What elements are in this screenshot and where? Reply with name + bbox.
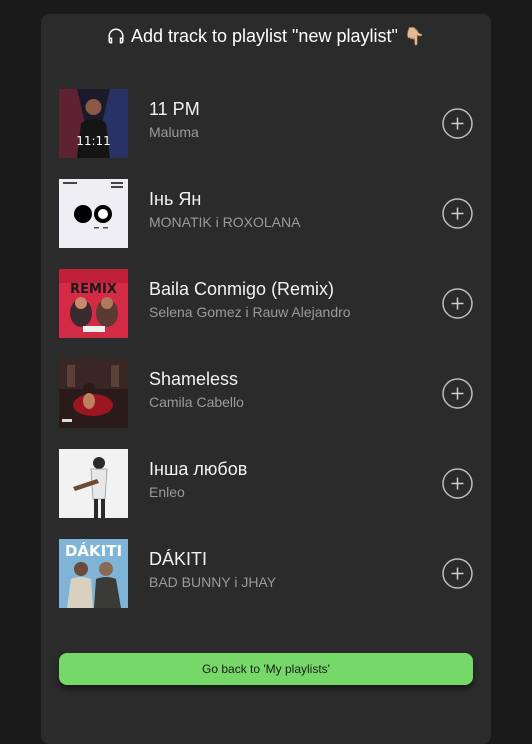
add-track-button[interactable] bbox=[442, 558, 473, 589]
track-artist: MONATIK і ROXOLANA bbox=[149, 214, 301, 230]
track-row: 11:11 11 PM Maluma bbox=[59, 89, 473, 158]
track-row: DÁKITI DÁKITI BAD BUNNY і JHAY bbox=[59, 539, 473, 608]
plus-circle-icon bbox=[442, 108, 473, 139]
track-title: Інша любов bbox=[149, 459, 248, 479]
track-row: Інша любов Enleo bbox=[59, 449, 473, 518]
album-cover: DÁKITI bbox=[59, 539, 128, 608]
back-to-my-playlists-button[interactable]: Go back to 'My playlists' bbox=[59, 653, 473, 685]
add-track-button[interactable] bbox=[442, 198, 473, 229]
track-title: DÁKITI bbox=[149, 549, 208, 569]
album-cover bbox=[59, 179, 128, 248]
album-cover bbox=[59, 449, 128, 518]
plus-circle-icon bbox=[442, 558, 473, 589]
track-artist: Maluma bbox=[149, 124, 199, 140]
album-cover: 11:11 bbox=[59, 89, 128, 158]
add-track-button[interactable] bbox=[442, 378, 473, 409]
panel-title: Add track to playlist "new playlist" bbox=[130, 25, 398, 46]
pointing-down-emoji: 👇🏼 bbox=[403, 26, 426, 46]
track-row: Shameless Camila Cabello bbox=[59, 359, 473, 428]
album-cover: REMIX bbox=[59, 269, 128, 338]
plus-circle-icon bbox=[442, 198, 473, 229]
svg-text:11:11: 11:11 bbox=[76, 134, 111, 148]
track-artist: Enleo bbox=[149, 484, 185, 500]
add-track-button[interactable] bbox=[442, 288, 473, 319]
panel-header: Add track to playlist "new playlist" 👇🏼 bbox=[41, 24, 491, 48]
track-artist: BAD BUNNY і JHAY bbox=[149, 574, 277, 590]
svg-text:DÁKITI: DÁKITI bbox=[65, 541, 122, 560]
add-track-panel: Add track to playlist "new playlist" 👇🏼 … bbox=[41, 14, 491, 744]
track-title: Baila Conmigo (Remix) bbox=[149, 279, 335, 299]
track-title: Shameless bbox=[149, 369, 239, 389]
track-artist: Camila Cabello bbox=[149, 394, 244, 410]
track-artist: Selena Gomez і Rauw Alejandro bbox=[149, 304, 351, 320]
plus-circle-icon bbox=[442, 378, 473, 409]
add-track-button[interactable] bbox=[442, 468, 473, 499]
headphones-icon bbox=[107, 27, 125, 45]
svg-text:REMIX: REMIX bbox=[70, 282, 117, 297]
track-title: Інь Ян bbox=[149, 189, 202, 209]
track-row: REMIX Baila Conmigo (Remix) Selena Gomez… bbox=[59, 269, 473, 338]
plus-circle-icon bbox=[442, 288, 473, 319]
add-track-button[interactable] bbox=[442, 108, 473, 139]
track-row: Інь Ян MONATIK і ROXOLANA bbox=[59, 179, 473, 248]
track-title: 11 PM bbox=[149, 99, 200, 119]
plus-circle-icon bbox=[442, 468, 473, 499]
album-cover bbox=[59, 359, 128, 428]
